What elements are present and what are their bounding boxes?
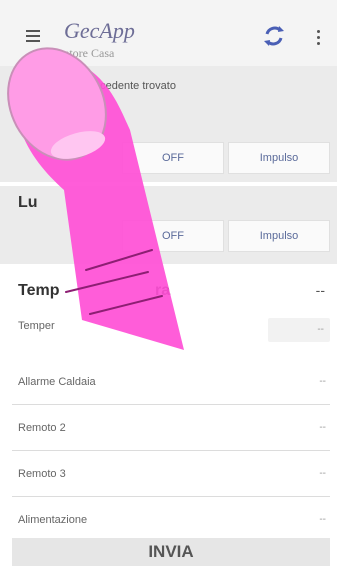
finger-overlay — [7, 47, 184, 350]
